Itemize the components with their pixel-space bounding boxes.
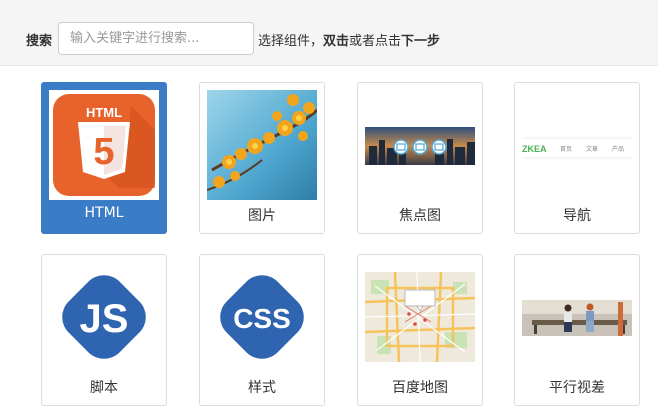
component-label: 平行视差 (549, 380, 605, 396)
parallax-thumbnail (522, 262, 632, 372)
html5-title: HTML (86, 105, 122, 120)
photo-thumbnail (207, 90, 317, 200)
nav-preview-link: 首页 (560, 145, 572, 153)
css-icon: CSS (207, 262, 317, 372)
component-card-style[interactable]: CSS 样式 (199, 254, 325, 406)
html5-digit: 5 (93, 131, 114, 173)
component-label: 导航 (563, 208, 591, 224)
css-badge-text: CSS (233, 303, 291, 334)
component-label: 脚本 (90, 380, 118, 396)
component-label: HTML (84, 205, 124, 221)
search-label: 搜索 (26, 34, 53, 49)
html5-icon: HTML 5 (49, 90, 159, 200)
component-label: 百度地图 (392, 380, 448, 396)
component-label: 图片 (248, 208, 276, 224)
carousel-thumbnail (365, 90, 475, 200)
component-label: 焦点图 (399, 208, 441, 224)
map-thumbnail (365, 262, 475, 372)
component-card-script[interactable]: JS 脚本 (41, 254, 167, 406)
nav-preview-link: 产品 (612, 145, 624, 153)
component-card-parallax[interactable]: 平行视差 (514, 254, 640, 406)
toolbar: 搜索 选择组件，双击或者点击下一步 (0, 0, 658, 66)
component-card-navigation[interactable]: ZKEA 首页 文章 产品 导航 (514, 82, 640, 234)
component-card-html[interactable]: HTML 5 HTML (41, 82, 167, 234)
hint-or-click: 或者点击 (349, 34, 402, 49)
js-icon: JS (49, 262, 159, 372)
nav-preview-logo: ZKEA (522, 144, 547, 154)
hint-next-step: 下一步 (401, 34, 441, 49)
component-card-baidu-map[interactable]: 百度地图 (357, 254, 483, 406)
component-card-image[interactable]: 图片 (199, 82, 325, 234)
component-label: 样式 (248, 380, 276, 396)
component-card-carousel[interactable]: 焦点图 (357, 82, 483, 234)
navbar-thumbnail: ZKEA 首页 文章 产品 (522, 90, 632, 200)
nav-preview-link: 文章 (586, 145, 598, 153)
component-grid: HTML 5 HTML 图片 焦点图 ZKEA 首页 文章 产品 导航 JS 脚… (0, 66, 658, 420)
hint-double-click: 双击 (323, 34, 350, 49)
hint-prefix: 选择组件， (258, 34, 324, 49)
instruction-hint: 选择组件，双击或者点击下一步 (258, 30, 440, 49)
search-input[interactable] (58, 22, 254, 55)
js-badge-text: JS (80, 297, 129, 341)
